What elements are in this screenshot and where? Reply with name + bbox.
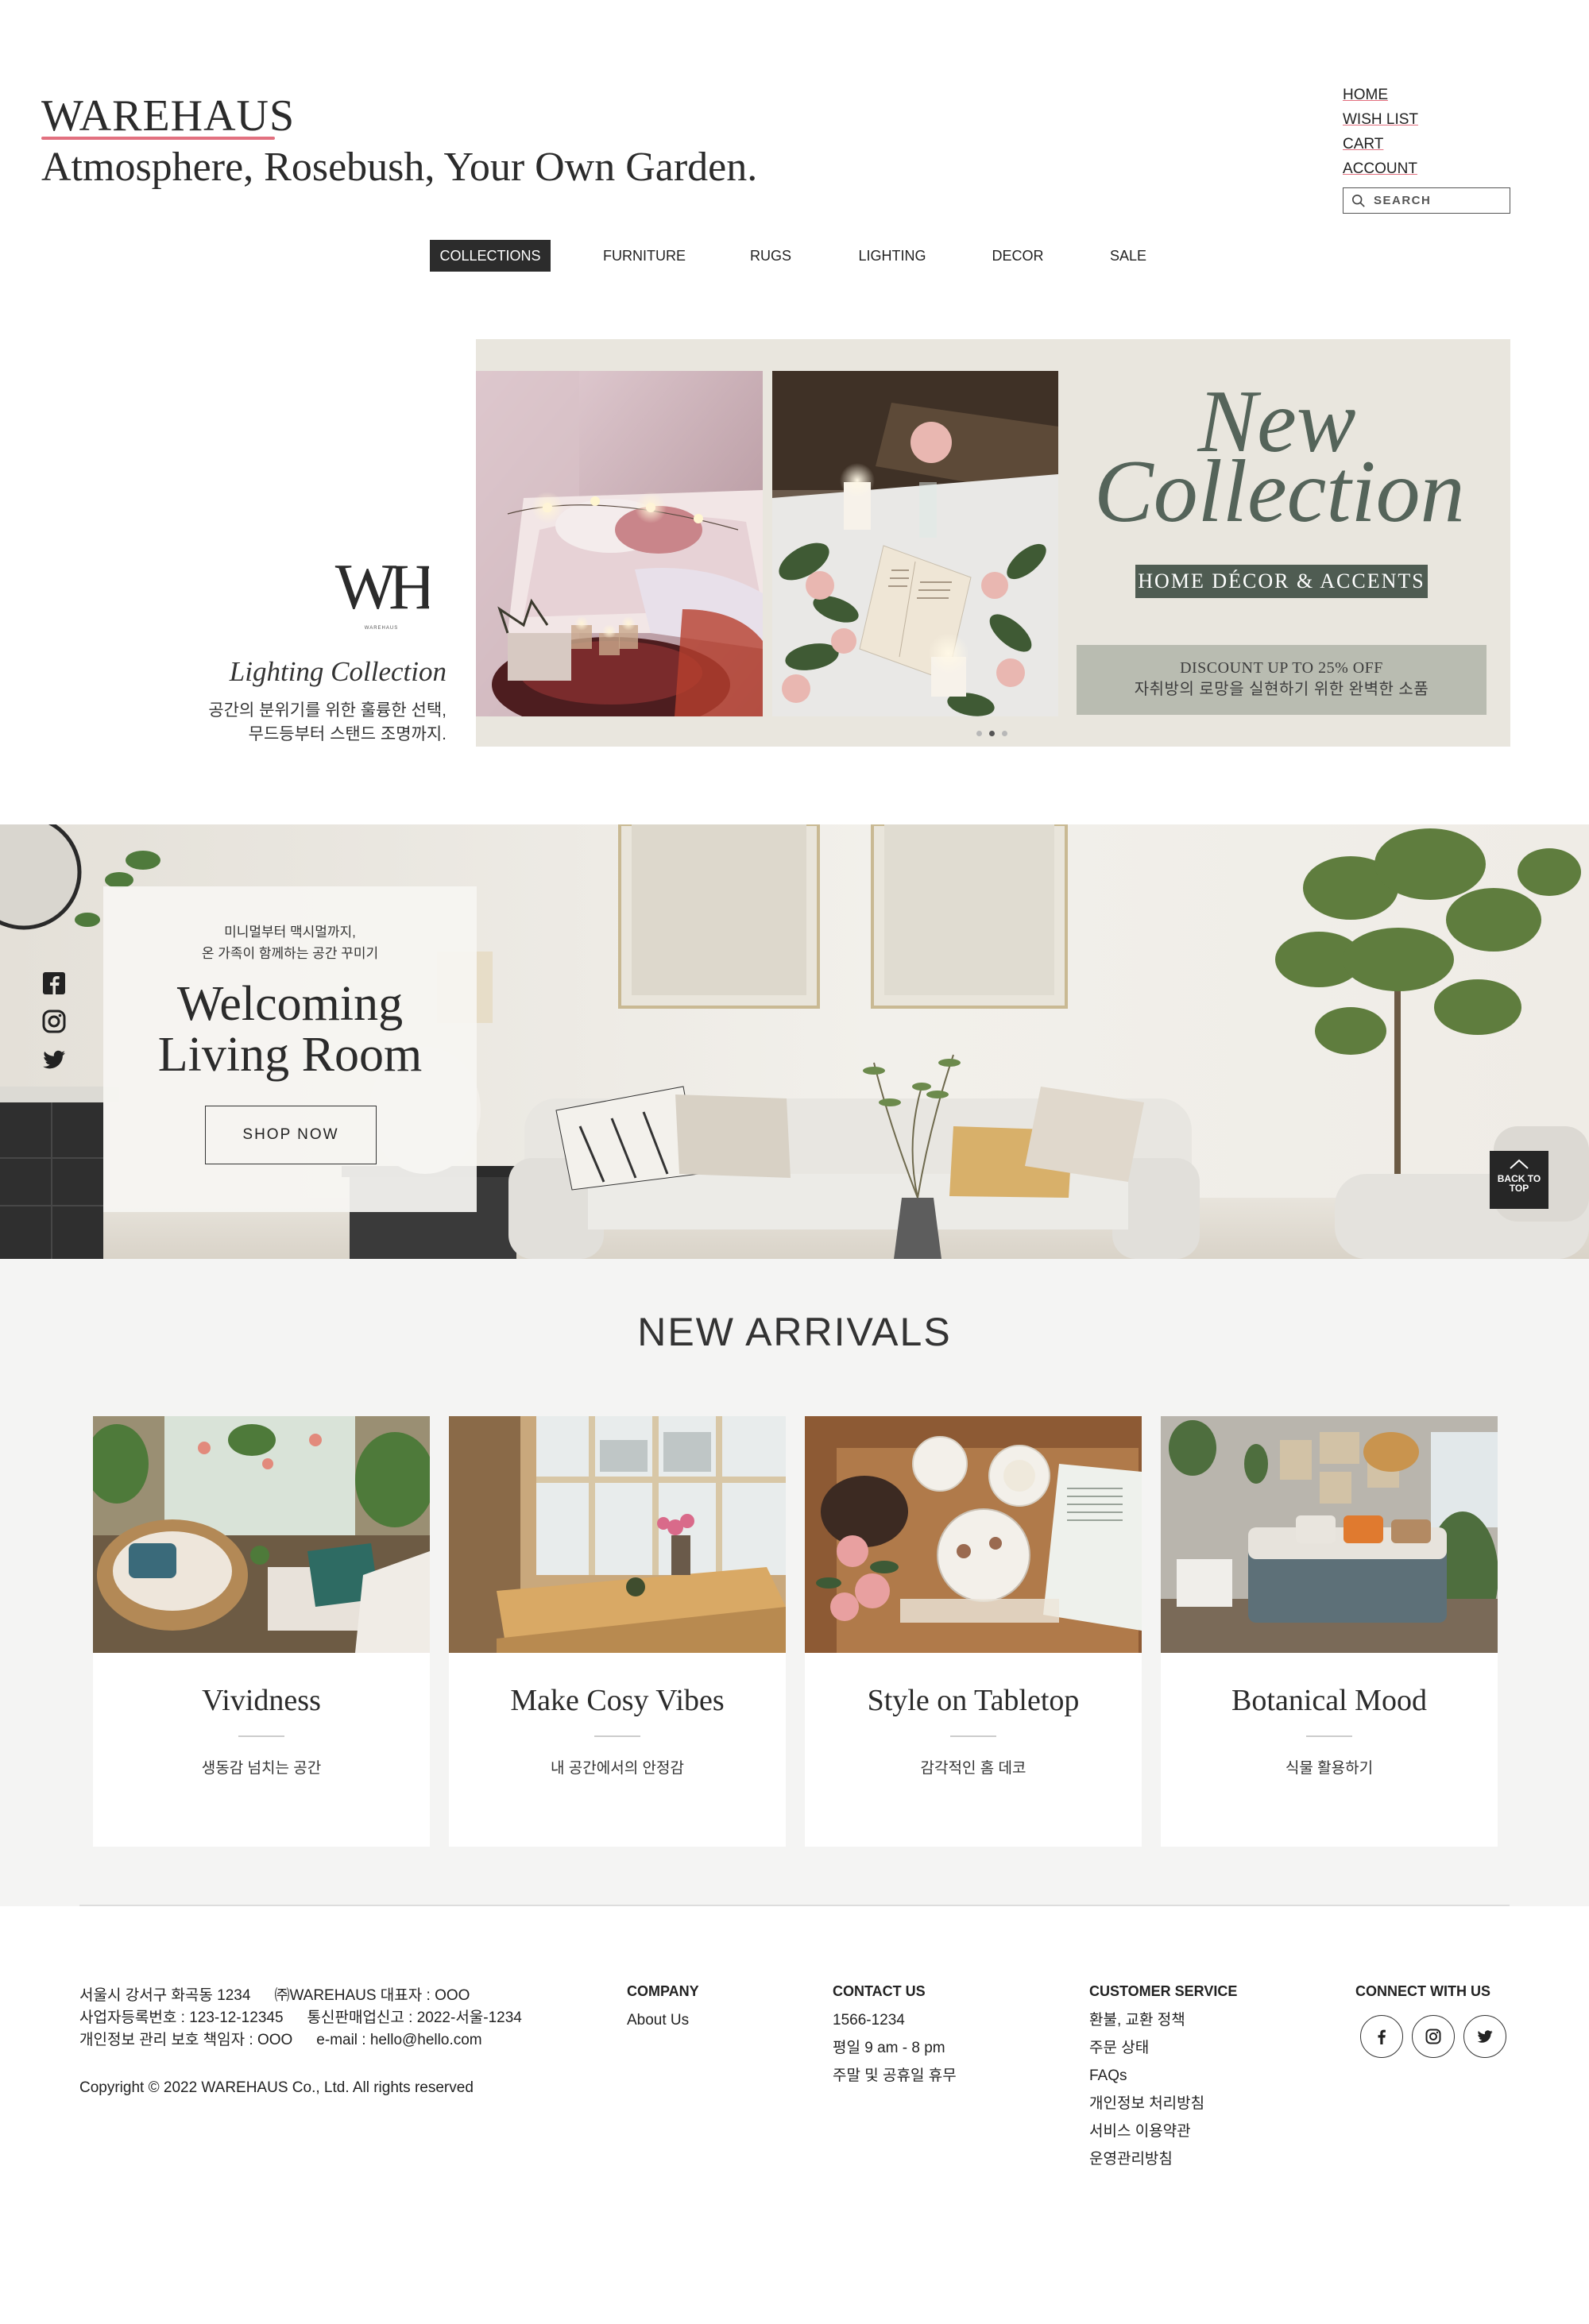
discount-box: DISCOUNT UP TO 25% OFF 자취방의 로망을 실현하기 위한 …	[1077, 645, 1487, 715]
welcome-subtitle: 미니멀부터 맥시멀까지, 온 가족이 함께하는 공간 꾸미기	[201, 925, 379, 961]
lighting-collection-title: Lighting Collection	[229, 656, 447, 687]
arrival-card-botanical[interactable]: Botanical Mood 식물 활용하기	[1161, 1416, 1498, 1847]
search-icon[interactable]	[1351, 194, 1366, 208]
new-collection-headline: New Collection	[1094, 373, 1465, 541]
instagram-icon[interactable]	[41, 1009, 67, 1034]
card-title: Vividness	[202, 1684, 321, 1717]
nav-home-link[interactable]: HOME	[1343, 83, 1510, 107]
copyright-text: Copyright © 2022 WAREHAUS Co., Ltd. All …	[79, 2079, 474, 2096]
footer-social-icons	[1359, 2015, 1510, 2061]
contact-hours: 평일 9 am - 8 pm	[833, 2040, 945, 2056]
shop-now-button[interactable]: SHOP NOW	[205, 1106, 377, 1164]
footer-heading: CONTACT US	[833, 1983, 926, 1999]
tab-furniture[interactable]: FURNITURE	[592, 240, 697, 272]
main-category-nav: COLLECTIONS FURNITURE RUGS LIGHTING DECO…	[0, 240, 1589, 272]
home-decor-badge: HOME DÉCOR & ACCENTS	[1135, 565, 1428, 598]
footer-connect-column: CONNECT WITH US	[1355, 1981, 1490, 2006]
card-subtitle: 식물 활용하기	[1285, 1760, 1374, 1777]
card-divider	[950, 1735, 996, 1737]
instagram-icon	[1425, 2029, 1441, 2044]
twitter-icon[interactable]	[41, 1047, 67, 1072]
back-to-top-button[interactable]: BACK TO TOP	[1490, 1151, 1548, 1209]
card-title: Style on Tabletop	[867, 1684, 1080, 1717]
site-logo[interactable]: WAREHAUS	[41, 94, 295, 138]
contact-phone: 1566-1234	[833, 2012, 905, 2029]
tab-rugs[interactable]: RUGS	[739, 240, 802, 272]
terms-of-service-link[interactable]: 서비스 이용약관	[1089, 2117, 1237, 2145]
social-rail	[41, 971, 67, 1085]
facebook-icon	[1378, 2029, 1386, 2044]
tabletop-photo	[805, 1416, 1142, 1653]
privacy-policy-link[interactable]: 개인정보 처리방침	[1089, 2090, 1237, 2117]
footer-facebook-button[interactable]	[1360, 2015, 1403, 2058]
tab-collections[interactable]: COLLECTIONS	[430, 240, 551, 272]
contact-closed: 주말 및 공휴일 휴무	[833, 2067, 957, 2084]
svg-text:WH: WH	[335, 556, 429, 623]
nav-account-link[interactable]: ACCOUNT	[1343, 156, 1510, 181]
tab-lighting[interactable]: LIGHTING	[848, 240, 937, 272]
card-divider	[1306, 1735, 1352, 1737]
footer-company-info: 서울시 강서구 화곡동 1234 ㈜WAREHAUS 대표자 : OOO 사업자등…	[79, 1987, 522, 2048]
footer-heading: CUSTOMER SERVICE	[1089, 1983, 1238, 1999]
nav-cart-link[interactable]: CART	[1343, 132, 1510, 156]
card-subtitle: 감각적인 홈 데코	[920, 1760, 1026, 1777]
arrival-card-cosy-vibes[interactable]: Make Cosy Vibes 내 공간에서의 안정감	[449, 1416, 786, 1847]
slider-dot-1[interactable]	[976, 731, 982, 736]
search-input[interactable]	[1374, 194, 1493, 207]
slider-dot-2[interactable]	[989, 731, 995, 736]
order-status-link[interactable]: 주문 상태	[1089, 2034, 1237, 2062]
tab-decor[interactable]: DECOR	[979, 240, 1057, 272]
botanical-photo	[1161, 1416, 1498, 1653]
new-arrivals-title: NEW ARRIVALS	[637, 1310, 952, 1354]
card-divider	[238, 1735, 284, 1737]
search-box	[1343, 187, 1510, 214]
card-title: Make Cosy Vibes	[510, 1684, 725, 1717]
svg-text:WAREHAUS: WAREHAUS	[365, 626, 398, 631]
footer-contact-column: CONTACT US 1566-1234 평일 9 am - 8 pm 주말 및…	[833, 1981, 957, 2090]
operation-policy-link[interactable]: 운영관리방침	[1089, 2145, 1237, 2173]
logo-underline	[41, 137, 275, 140]
lighting-collection-desc: 공간의 분위기를 위한 훌륭한 선택, 무드등부터 스탠드 조명까지.	[208, 701, 447, 743]
bedroom-fairy-lights-photo	[476, 371, 763, 716]
chevron-up-icon	[1510, 1159, 1529, 1169]
footer-customer-service-column: CUSTOMER SERVICE 환불, 교환 정책 주문 상태 FAQs 개인…	[1089, 1981, 1237, 2173]
slider-dots	[976, 731, 1008, 739]
hero-slider[interactable]: New Collection HOME DÉCOR & ACCENTS DISC…	[476, 339, 1510, 747]
footer-instagram-button[interactable]	[1412, 2015, 1455, 2058]
welcome-title: Welcoming Living Room	[157, 977, 423, 1082]
nav-wishlist-link[interactable]: WISH LIST	[1343, 107, 1510, 132]
roses-candles-book-photo	[772, 371, 1058, 716]
arrival-card-tabletop[interactable]: Style on Tabletop 감각적인 홈 데코	[805, 1416, 1142, 1847]
tab-sale[interactable]: SALE	[1096, 240, 1160, 272]
facebook-icon[interactable]	[41, 971, 67, 996]
utility-nav: HOME WISH LIST CART ACCOUNT	[1343, 83, 1510, 181]
footer-company-column: COMPANY About Us	[627, 1981, 699, 2034]
site-tagline: Atmosphere, Rosebush, Your Own Garden.	[41, 145, 758, 190]
card-title: Botanical Mood	[1231, 1684, 1427, 1717]
vividness-photo	[93, 1416, 430, 1653]
footer-heading: COMPANY	[627, 1983, 699, 1999]
arrival-card-vividness[interactable]: Vividness 생동감 넘치는 공간	[93, 1416, 430, 1847]
refund-policy-link[interactable]: 환불, 교환 정책	[1089, 2006, 1237, 2034]
footer-divider	[79, 1905, 1510, 1906]
twitter-icon	[1477, 2030, 1493, 2043]
wh-monogram-logo: WH WAREHAUS	[334, 550, 442, 635]
card-divider	[594, 1735, 640, 1737]
footer-twitter-button[interactable]	[1463, 2015, 1506, 2058]
card-subtitle: 내 공간에서의 안정감	[551, 1760, 684, 1777]
slider-dot-3[interactable]	[1002, 731, 1007, 736]
footer-heading: CONNECT WITH US	[1355, 1983, 1490, 1999]
card-subtitle: 생동감 넘치는 공간	[201, 1760, 322, 1777]
faqs-link[interactable]: FAQs	[1089, 2062, 1237, 2090]
cosy-vibes-photo	[449, 1416, 786, 1653]
welcome-living-room-card: 미니멀부터 맥시멀까지, 온 가족이 함께하는 공간 꾸미기 Welcoming…	[103, 886, 477, 1212]
about-us-link[interactable]: About Us	[627, 2006, 699, 2034]
